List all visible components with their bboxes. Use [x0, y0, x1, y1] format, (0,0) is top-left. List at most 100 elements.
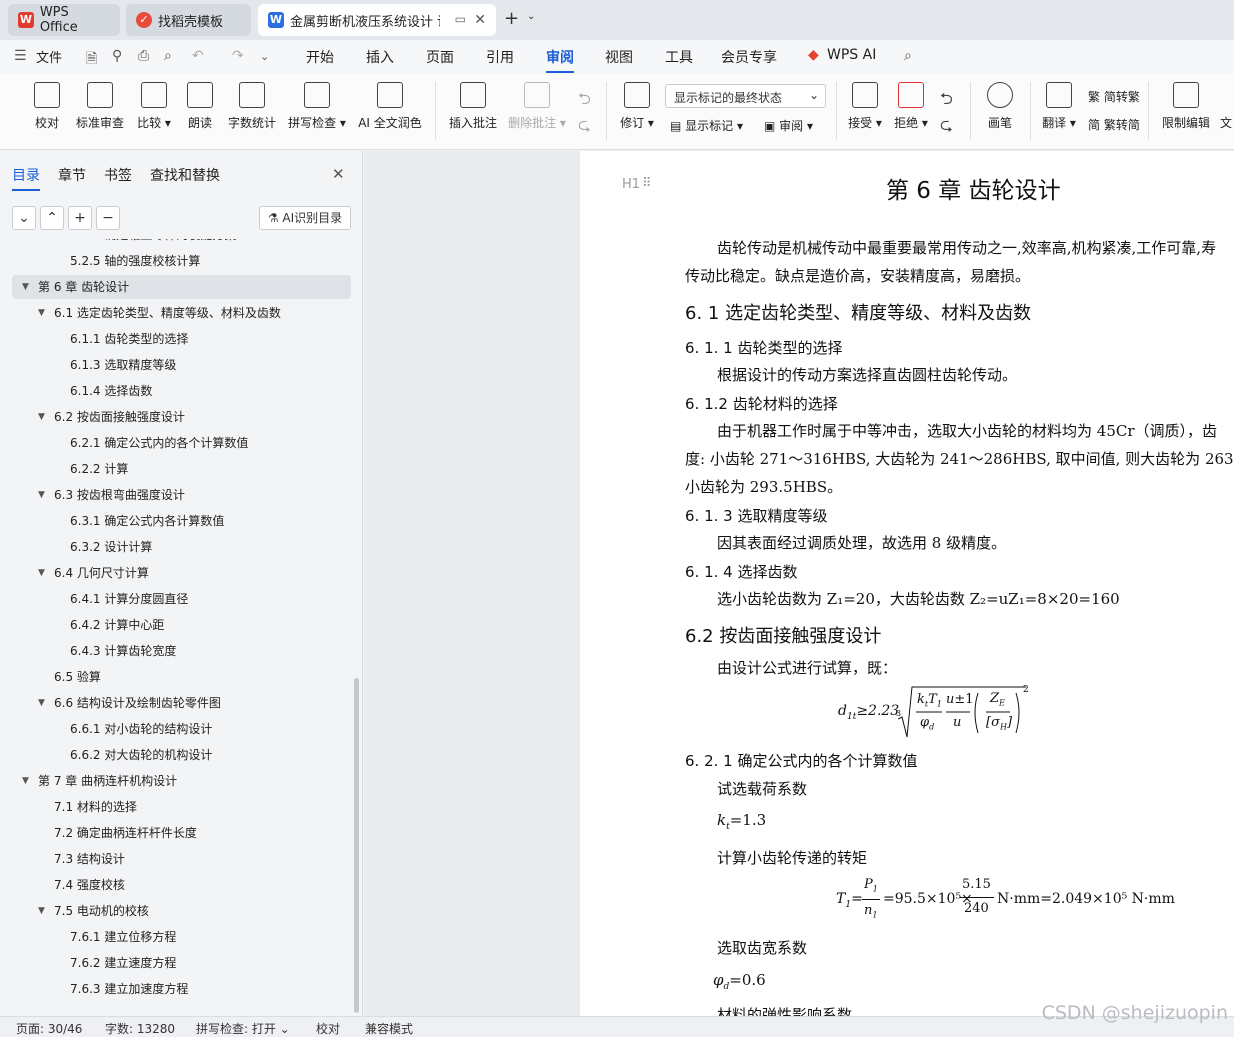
- toc-item[interactable]: ▼ 6.6 结构设计及绘制齿轮零件图: [12, 691, 351, 715]
- document-more-button[interactable]: 文: [1218, 82, 1234, 131]
- toc-item[interactable]: ▼ 6.3 按齿根弯曲强度设计: [12, 483, 351, 507]
- ink-button[interactable]: 画笔: [984, 82, 1016, 131]
- expand-arrow-icon[interactable]: ▼: [38, 561, 45, 585]
- menu-view[interactable]: 视图: [605, 47, 633, 67]
- scrollbar-thumb[interactable]: [354, 678, 359, 1013]
- toc-item[interactable]: 6.6.2 对大齿轮的机构设计: [12, 743, 351, 767]
- show-markup-button[interactable]: ▤ 显示标记 ▾: [670, 117, 743, 134]
- read-aloud-button[interactable]: 朗读: [184, 82, 216, 131]
- toc-item[interactable]: 7.3 结构设计: [12, 847, 351, 871]
- menu-references[interactable]: 引用: [486, 47, 514, 67]
- toc-item[interactable]: 6.3.1 确定公式内各计算数值: [12, 509, 351, 533]
- toc-item[interactable]: 5.2.4 确定轴上零件的装配方案: [12, 239, 351, 247]
- tab-wps-office[interactable]: W WPS Office: [8, 4, 120, 36]
- nav-tab-chapters[interactable]: 章节: [58, 165, 86, 185]
- traditional-to-simplified-button[interactable]: 简 繁转简: [1088, 116, 1140, 133]
- standard-review-button[interactable]: 标准审查: [74, 82, 126, 131]
- review-pane-button[interactable]: ▣ 审阅 ▾: [764, 117, 813, 134]
- print-preview-icon[interactable]: ⌕: [164, 48, 172, 64]
- markup-mode-select[interactable]: 显示标记的最终状态 ⌄: [665, 84, 826, 108]
- page-indicator[interactable]: 页面: 30/46: [16, 1020, 82, 1037]
- nav-tab-toc[interactable]: 目录: [12, 165, 40, 191]
- expand-up-button[interactable]: ⌃: [40, 206, 64, 230]
- simplified-to-traditional-button[interactable]: 繁 简转繁: [1088, 88, 1140, 105]
- expand-arrow-icon[interactable]: ▼: [38, 405, 45, 429]
- expand-arrow-icon[interactable]: ▼: [38, 899, 45, 923]
- nav-tab-bookmarks[interactable]: 书签: [104, 165, 132, 185]
- previous-comment-icon[interactable]: ⮌: [578, 88, 591, 115]
- revise-button[interactable]: 修订 ▾: [618, 82, 656, 131]
- toc-item[interactable]: 7.6.1 建立位移方程: [12, 925, 351, 949]
- next-comment-icon[interactable]: ⮎: [578, 114, 591, 141]
- next-change-icon[interactable]: ⮎: [940, 114, 953, 141]
- toc-item[interactable]: 7.1 材料的选择: [12, 795, 351, 819]
- reject-button[interactable]: 拒绝 ▾: [892, 82, 930, 131]
- chevron-down-icon[interactable]: ⌄: [527, 11, 535, 22]
- print-icon[interactable]: ⎙: [138, 48, 149, 64]
- close-icon[interactable]: ✕: [332, 165, 345, 183]
- heading-marker-icon[interactable]: H1: [622, 177, 640, 192]
- expand-arrow-icon[interactable]: ▼: [22, 275, 29, 299]
- tab-docer-templates[interactable]: ✓ 找稻壳模板: [126, 4, 251, 36]
- word-count-button[interactable]: 字数统计: [226, 82, 278, 131]
- toc-item[interactable]: 6.1.1 齿轮类型的选择: [12, 327, 351, 351]
- insert-comment-button[interactable]: 插入批注: [447, 82, 499, 131]
- search-icon[interactable]: ⌕: [904, 48, 912, 64]
- menu-home[interactable]: 开始: [306, 47, 334, 67]
- undo-icon[interactable]: ↶: [192, 48, 204, 64]
- add-heading-button[interactable]: +: [68, 206, 92, 230]
- redo-icon[interactable]: ↷: [232, 48, 244, 64]
- spell-check-button[interactable]: 拼写检查 ▾: [287, 82, 347, 131]
- expand-arrow-icon[interactable]: ▼: [38, 301, 45, 325]
- expand-arrow-icon[interactable]: ▼: [38, 483, 45, 507]
- expand-arrow-icon[interactable]: ▼: [38, 691, 45, 715]
- toc-item[interactable]: 6.2.1 确定公式内的各个计算数值: [12, 431, 351, 455]
- toc-item[interactable]: ▼ 第 6 章 齿轮设计: [12, 275, 351, 299]
- menu-member[interactable]: 会员专享: [721, 47, 777, 67]
- toc-item[interactable]: ▼ 7.5 电动机的校核: [12, 899, 351, 923]
- nav-tab-find-replace[interactable]: 查找和替换: [150, 165, 220, 185]
- menu-page[interactable]: 页面: [426, 47, 454, 67]
- toc-item[interactable]: 7.6.3 建立加速度方程: [12, 977, 351, 1001]
- toc-item[interactable]: 7.4 强度校核: [12, 873, 351, 897]
- translate-button[interactable]: 翻译 ▾: [1040, 82, 1078, 131]
- spell-check-status[interactable]: 拼写检查: 打开 ⌄: [196, 1020, 290, 1037]
- ai-toc-button[interactable]: ⚗ AI识别目录: [259, 206, 351, 230]
- monitor-icon[interactable]: ▭: [455, 12, 466, 26]
- toc-item[interactable]: 6.5 验算: [12, 665, 351, 689]
- toc-item[interactable]: ▼ 6.4 几何尺寸计算: [12, 561, 351, 585]
- expand-arrow-icon[interactable]: ▼: [22, 769, 29, 793]
- restrict-edit-button[interactable]: 限制编辑: [1160, 82, 1212, 131]
- hamburger-icon[interactable]: ☰: [14, 48, 27, 64]
- more-icon[interactable]: ⌄: [260, 50, 269, 63]
- collapse-all-button[interactable]: ⌄: [12, 206, 36, 230]
- toc-item[interactable]: 6.4.3 计算齿轮宽度: [12, 639, 351, 663]
- accept-button[interactable]: 接受 ▾: [846, 82, 884, 131]
- menu-tools[interactable]: 工具: [665, 47, 693, 67]
- toc-item[interactable]: 5.2.5 轴的强度校核计算: [12, 249, 351, 273]
- tab-document[interactable]: W 金属剪断机液压系统设计 说明 ▭ ✕: [258, 4, 496, 36]
- toc-item[interactable]: ▼ 6.1 选定齿轮类型、精度等级、材料及齿数: [12, 301, 351, 325]
- previous-change-icon[interactable]: ⮌: [940, 88, 953, 115]
- menu-wps-ai[interactable]: WPS AI: [827, 47, 876, 63]
- toc-item[interactable]: 7.2 确定曲柄连杆杆件长度: [12, 821, 351, 845]
- new-tab-icon[interactable]: +: [504, 8, 519, 29]
- close-icon[interactable]: ✕: [474, 12, 486, 28]
- toc-item[interactable]: 6.1.4 选择齿数: [12, 379, 351, 403]
- toc-item[interactable]: 6.6.1 对小齿轮的结构设计: [12, 717, 351, 741]
- compare-button[interactable]: 比较 ▾: [134, 82, 174, 131]
- proofread-button[interactable]: 校对: [30, 82, 64, 131]
- link-icon[interactable]: ⚲: [112, 48, 122, 64]
- document-page[interactable]: H1 ⠿ 第 6 章 齿轮设计 齿轮传动是机械传动中最重要最常用传动之一,效率高…: [580, 151, 1234, 1016]
- toc-item[interactable]: ▼ 6.2 按齿面接触强度设计: [12, 405, 351, 429]
- toc-item[interactable]: 6.2.2 计算: [12, 457, 351, 481]
- toc-item[interactable]: 6.4.1 计算分度圆直径: [12, 587, 351, 611]
- save-icon[interactable]: 🗎: [86, 48, 97, 72]
- toc-item[interactable]: 6.3.2 设计计算: [12, 535, 351, 559]
- remove-heading-button[interactable]: −: [96, 206, 120, 230]
- word-count-indicator[interactable]: 字数: 13280: [105, 1020, 175, 1037]
- menu-review[interactable]: 审阅: [546, 47, 574, 73]
- toc-item[interactable]: ▼ 第 7 章 曲柄连杆机构设计: [12, 769, 351, 793]
- ai-polish-button[interactable]: AI 全文润色: [357, 82, 423, 131]
- toc-item[interactable]: 7.6.2 建立速度方程: [12, 951, 351, 975]
